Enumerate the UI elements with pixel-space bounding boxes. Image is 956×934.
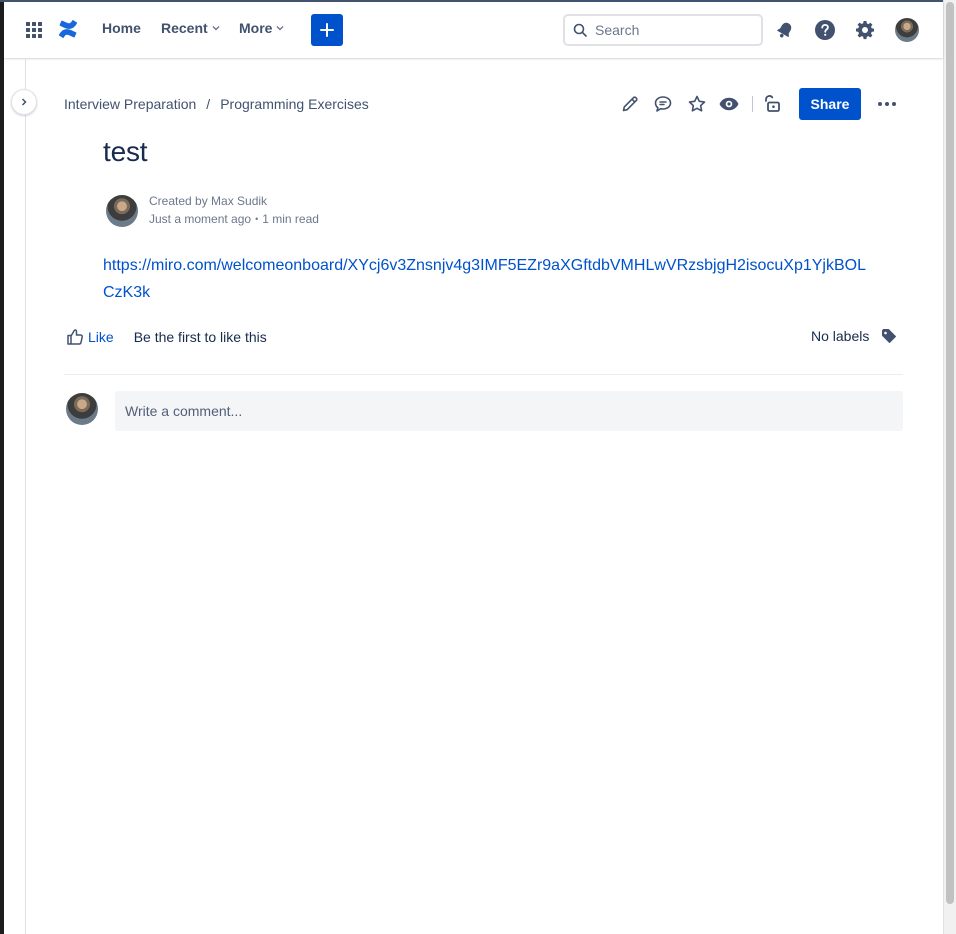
scrollbar-thumb[interactable] — [946, 2, 954, 904]
nav-more-label: More — [239, 20, 273, 36]
more-actions-button[interactable] — [875, 92, 899, 116]
comment-icon — [654, 96, 672, 112]
byline-time: Just a moment ago — [149, 212, 252, 226]
confluence-logo-icon[interactable] — [58, 19, 78, 39]
toolbar-divider — [752, 96, 753, 112]
notifications-button[interactable] — [773, 18, 797, 42]
search-field[interactable] — [563, 14, 763, 46]
labels-area: No labels — [811, 328, 897, 344]
nav-more-dropdown[interactable]: More — [239, 20, 285, 36]
dot — [878, 102, 882, 106]
settings-button[interactable] — [853, 18, 877, 42]
chevron-down-icon — [212, 26, 220, 31]
star-button[interactable] — [685, 92, 709, 116]
search-icon — [573, 23, 587, 37]
comment-input[interactable] — [115, 391, 903, 431]
dot — [892, 102, 896, 106]
commenter-avatar — [66, 393, 98, 425]
notification-bell-icon — [777, 22, 792, 38]
app-switcher-icon[interactable] — [26, 22, 42, 38]
byline-created: Created by Max Sudik — [149, 194, 268, 208]
help-icon — [815, 20, 835, 40]
breadcrumb: Interview Preparation / Programming Exer… — [64, 96, 369, 112]
labels-text: No labels — [811, 328, 870, 344]
breadcrumb-item-parent[interactable]: Programming Exercises — [220, 96, 369, 112]
author-avatar[interactable] — [106, 195, 138, 227]
gear-icon — [856, 21, 874, 40]
pencil-icon — [622, 96, 638, 112]
byline-read-time: 1 min read — [262, 212, 319, 226]
nav-home[interactable]: Home — [102, 20, 141, 36]
tag-icon[interactable] — [881, 328, 897, 344]
unlock-icon — [765, 95, 780, 112]
dot — [885, 102, 889, 106]
content-link[interactable]: https://miro.com/welcomeonboard/XYcj6v3Z… — [103, 252, 873, 306]
chevron-right-icon — [21, 98, 27, 106]
page-title: test — [103, 136, 148, 167]
thumbs-up-icon — [67, 329, 83, 345]
like-row: Like Be the first to like this — [66, 328, 267, 346]
like-summary: Be the first to like this — [133, 329, 267, 345]
sidebar-expand-button[interactable] — [11, 89, 37, 115]
like-label: Like — [88, 329, 114, 345]
watch-button[interactable] — [717, 92, 741, 116]
byline: Created by Max Sudik Just a moment ago •… — [149, 192, 319, 228]
byline-dot: • — [255, 214, 259, 224]
star-icon — [688, 95, 706, 112]
create-button[interactable] — [311, 14, 343, 46]
breadcrumb-separator: / — [206, 96, 211, 112]
byline-meta: Just a moment ago • 1 min read — [149, 210, 319, 228]
like-button[interactable]: Like — [66, 328, 114, 346]
share-button[interactable]: Share — [799, 88, 861, 120]
nav-home-label: Home — [102, 20, 141, 36]
eye-icon — [719, 97, 739, 111]
restrictions-button[interactable] — [761, 92, 785, 116]
sidebar-border — [25, 58, 26, 934]
profile-avatar[interactable] — [895, 18, 919, 42]
breadcrumb-item-space[interactable]: Interview Preparation — [64, 96, 196, 112]
help-button[interactable] — [813, 18, 837, 42]
chevron-down-icon — [276, 26, 284, 31]
nav-recent-dropdown[interactable]: Recent — [161, 20, 221, 36]
comment-button[interactable] — [651, 92, 675, 116]
window-edge — [0, 0, 4, 934]
nav-recent-label: Recent — [161, 20, 208, 36]
comments-divider — [64, 374, 903, 375]
top-navigation: Home Recent More — [4, 2, 943, 58]
edit-button[interactable] — [618, 92, 642, 116]
plus-icon — [320, 23, 334, 37]
search-input[interactable] — [595, 22, 745, 38]
